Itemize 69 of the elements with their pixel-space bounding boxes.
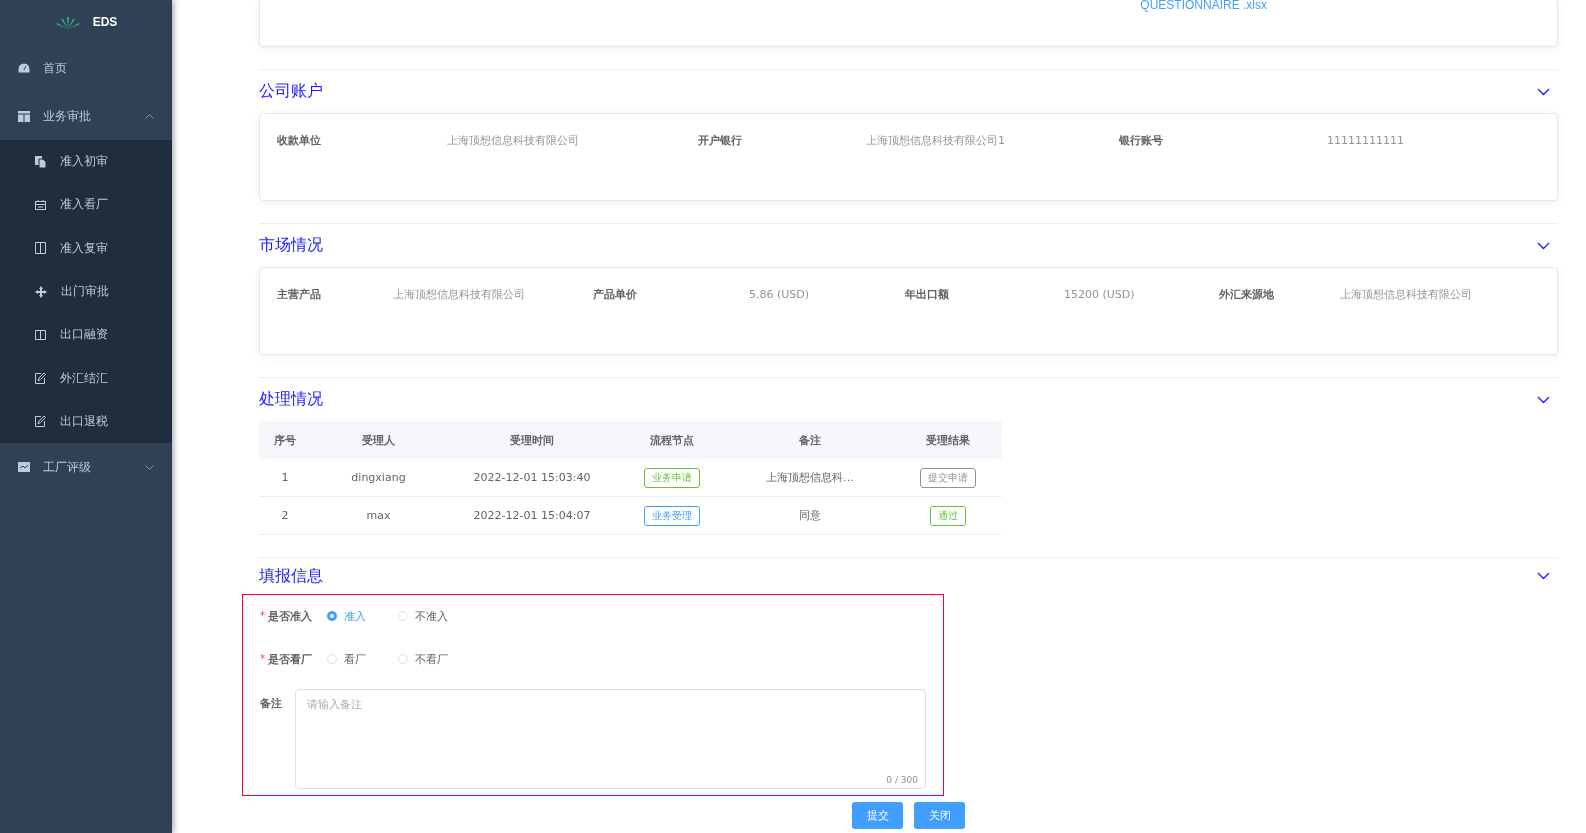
menu-item[interactable]: 业务审批 (0, 92, 172, 140)
form-label: 是否准入 (268, 608, 312, 624)
logo-text: EDS (92, 15, 118, 29)
section-title: 公司账户 (259, 81, 323, 102)
columns-icon (35, 242, 46, 255)
chevron-icon[interactable] (1537, 241, 1550, 250)
menu-item[interactable]: 首页 (0, 44, 172, 92)
radio-option[interactable]: 不看厂 (398, 651, 469, 667)
table-cell: 同意 (726, 496, 894, 535)
panel-icon (35, 329, 46, 340)
field-value: 11111111111 (1327, 134, 1405, 147)
character-counter: 0 / 300 (886, 775, 918, 785)
field-value: 5.86 (USD) (749, 288, 811, 301)
column-header: 受理时间 (446, 421, 618, 459)
field-label: 银行账号 (1119, 133, 1164, 148)
field-value: 上海顶想信息科技有限公司1 (866, 133, 1006, 148)
section-title: 处理情况 (259, 389, 323, 410)
chevron-icon[interactable] (1537, 395, 1550, 404)
edit-icon (35, 372, 46, 385)
column-header: 流程节点 (618, 421, 727, 459)
field-value: 上海顶想信息科技有限公司 (1340, 287, 1473, 302)
radio-option[interactable]: 不准入 (398, 608, 469, 624)
field-value: 上海顶想信息科技有限公司 (447, 133, 580, 148)
submenu-item[interactable]: 准入复审 (0, 226, 172, 270)
field-value: 15200 (USD) (1064, 288, 1136, 301)
table-cell: 2022-12-01 15:03:40 (446, 459, 618, 497)
field-label: 年出口额 (905, 287, 950, 302)
field-label: 外汇来源地 (1219, 287, 1275, 302)
table-cell: 1 (259, 459, 311, 497)
column-header: 受理人 (311, 421, 446, 459)
submenu-item[interactable]: 出口融资 (0, 313, 172, 357)
table-icon (18, 110, 30, 122)
status-tag: 通过 (929, 505, 966, 526)
table-cell: max (311, 496, 446, 535)
table-cell: 2 (259, 496, 311, 535)
menu-item[interactable]: 工厂评级 (0, 443, 172, 492)
leaf-logo-icon (54, 15, 81, 29)
submenu-item[interactable]: 准入初审 (0, 140, 172, 184)
table-cell: 2022-12-01 15:04:07 (446, 496, 618, 535)
move-icon (35, 285, 47, 298)
chevron-icon[interactable] (1537, 572, 1550, 580)
form-label: 备注 (260, 696, 283, 712)
column-header: 序号 (259, 421, 311, 459)
submenu-item[interactable]: 出门审批 (0, 269, 172, 314)
field-value: 上海顶想信息科技有限公司 (393, 287, 526, 302)
submenu-item[interactable]: 出口退税 (0, 399, 172, 444)
chevron-icon[interactable] (1537, 87, 1550, 96)
table-cell: dingxiang (311, 459, 446, 497)
section-title: 市场情况 (259, 235, 323, 256)
status-tag: 提交申请 (919, 467, 976, 488)
form-label: 是否看厂 (268, 651, 312, 667)
column-header: 受理结果 (893, 421, 1002, 459)
radio-option[interactable]: 看厂 (327, 651, 398, 667)
field-label: 产品单价 (593, 287, 638, 302)
edit-icon (35, 415, 46, 428)
section-title: 填报信息 (259, 565, 323, 587)
document-icon (35, 155, 46, 168)
gauge-icon (18, 63, 30, 73)
submenu-item[interactable]: 外汇结汇 (0, 356, 172, 400)
table-cell: 上海顶想信息科... (726, 459, 894, 497)
calendar-icon (35, 199, 46, 210)
chart-icon (18, 462, 30, 473)
field-label: 主营产品 (277, 287, 322, 302)
column-header: 备注 (726, 421, 894, 459)
field-label: 收款单位 (277, 133, 322, 148)
submenu-item[interactable]: 准入看厂 (0, 183, 172, 227)
field-label: 开户银行 (698, 133, 743, 148)
status-tag: 业务受理 (644, 505, 701, 526)
status-tag: 业务申请 (644, 467, 701, 488)
